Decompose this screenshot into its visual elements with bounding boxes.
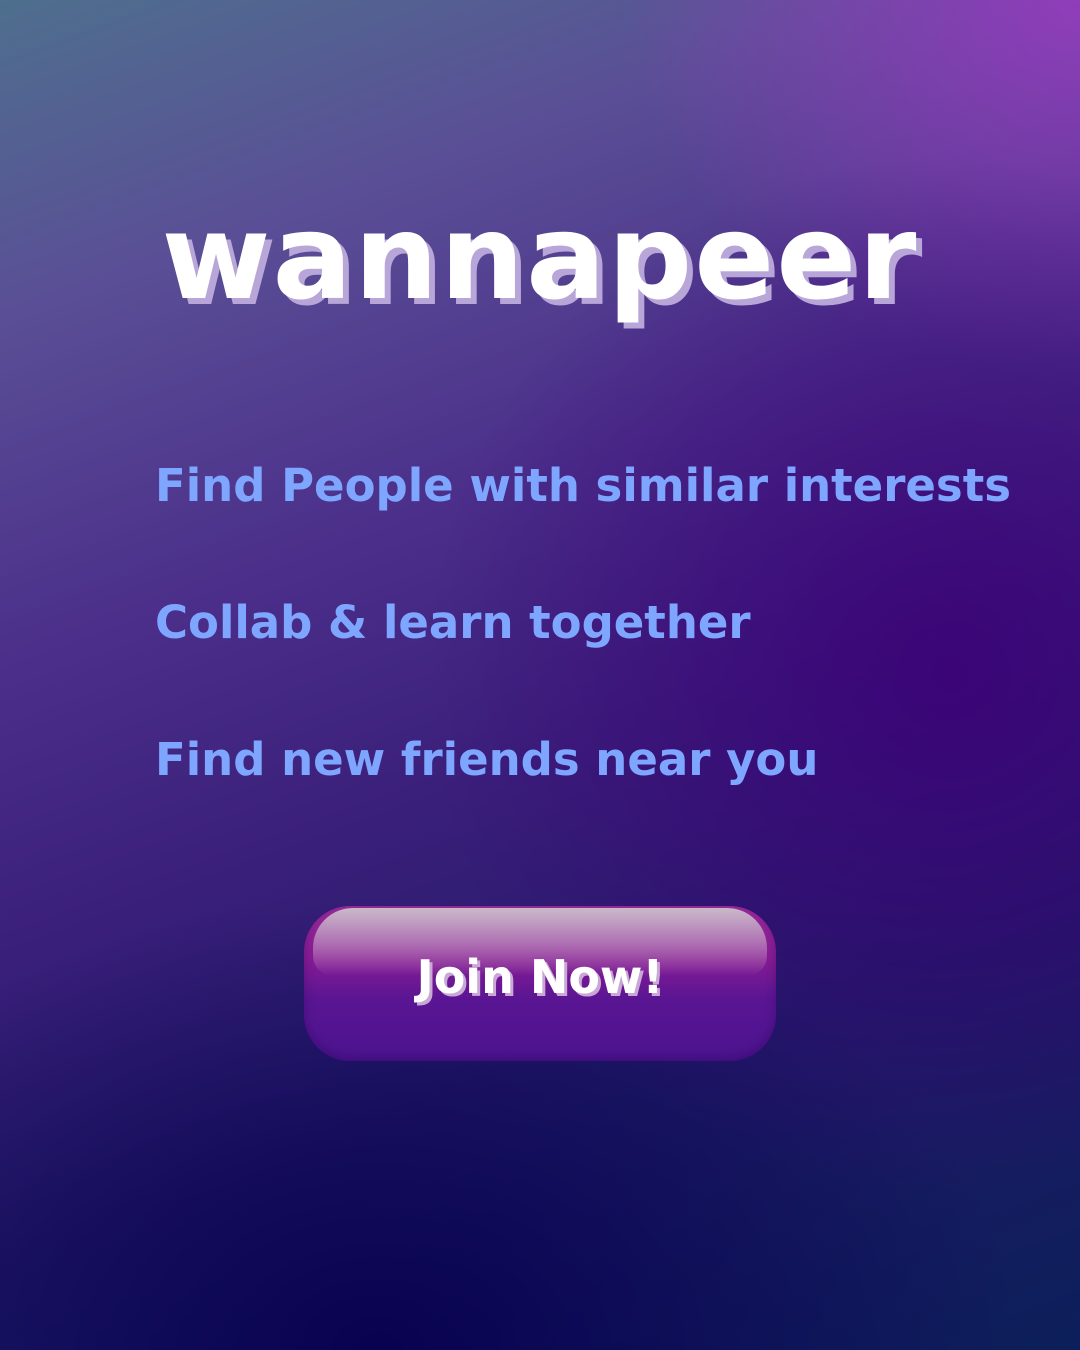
- feature-item-find-people: Find People with similar interests: [155, 459, 1011, 512]
- brand-logo: wannapeer: [161, 188, 919, 326]
- join-now-button[interactable]: Join Now!: [304, 906, 776, 1061]
- feature-item-collab: Collab & learn together: [155, 596, 751, 649]
- feature-list: Find People with similar interests Colla…: [155, 456, 1011, 867]
- join-now-label: Join Now!: [416, 950, 664, 1004]
- feature-item-friends-nearby: Find new friends near you: [155, 733, 819, 786]
- promo-page: wannapeer Find People with similar inter…: [0, 0, 1080, 1350]
